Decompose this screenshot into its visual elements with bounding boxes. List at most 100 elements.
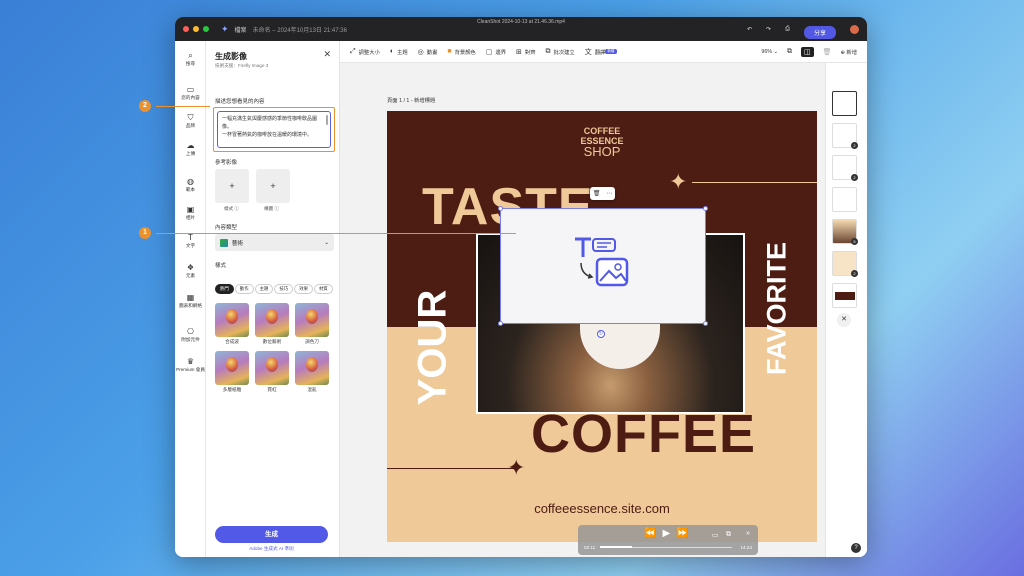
rail-item-4[interactable]: ◍ 範本 xyxy=(175,177,206,193)
count-badge: 2 xyxy=(851,270,858,277)
page-thumb-blank[interactable] xyxy=(832,91,857,116)
layers-icon[interactable]: ◫ xyxy=(800,46,814,57)
prompt-text: 一幅充滿生氣與慶感感的季節性咖啡飲品圖像。 一杯冒著熱氣的咖啡放在溫暖的環境中。 xyxy=(222,116,318,138)
art-swatch-icon xyxy=(220,238,228,247)
toolbar-label: 對齊 xyxy=(524,49,536,56)
rail-item-6[interactable]: T 文字 xyxy=(175,233,206,249)
page-thumb[interactable]: 5 xyxy=(832,219,858,245)
ai-guidelines-link[interactable]: Adobe 生成式 AI 準則 xyxy=(215,546,328,552)
prompt-scrollbar[interactable] xyxy=(326,115,328,125)
content-type-select[interactable]: 藝術 ⌄ xyxy=(215,234,334,251)
play-icon[interactable]: ▶ xyxy=(662,528,670,539)
generated-image-placeholder[interactable] xyxy=(498,206,708,326)
resize-handle[interactable] xyxy=(498,206,503,211)
ref-style-caption: 樣式 ⓘ xyxy=(224,206,240,211)
toolbar-translate-button[interactable]: 文翻譯 xyxy=(585,47,606,57)
style-thumbnail[interactable] xyxy=(255,351,289,385)
pip-icon[interactable]: ⧉ xyxy=(726,531,731,539)
addons-icon: ⎔ xyxy=(187,327,194,336)
rail-item-0[interactable]: ⌕ 搜尋 xyxy=(175,51,206,67)
style-thumbnail[interactable] xyxy=(215,351,249,385)
style-chip[interactable]: 材質 xyxy=(313,284,333,294)
toolbar-align-button[interactable]: ⊞ 對齊 xyxy=(516,48,535,56)
toolbar-resize-button[interactable]: ⤢ 調整大小 xyxy=(350,48,380,56)
toolbar-batch-button[interactable]: ⧉ 批次建立 xyxy=(546,48,575,56)
style-thumbnail[interactable] xyxy=(255,303,289,337)
style-thumbnail[interactable] xyxy=(295,351,329,385)
toolbar-border-button[interactable]: ▢ 邊界 xyxy=(486,48,506,56)
style-chip[interactable]: 技巧 xyxy=(274,284,294,294)
ref-style-add-button[interactable]: + xyxy=(215,169,249,203)
headline-coffee[interactable]: COFFEE xyxy=(531,403,756,465)
generate-button[interactable]: 生成 xyxy=(215,526,328,543)
rail-item-9[interactable]: ⎔ 附加元件 xyxy=(175,327,206,343)
style-chip[interactable]: 主題 xyxy=(254,284,274,294)
rail-item-label: 文字 xyxy=(185,243,196,248)
toolbar-label: 主題 xyxy=(397,49,408,56)
logo-line-3: SHOP xyxy=(583,144,621,159)
style-thumbnail-label: 調色刀 xyxy=(305,339,319,344)
website-url[interactable]: coffeeessence.site.com xyxy=(387,501,817,516)
copy-icon[interactable]: ⧉ xyxy=(787,48,792,56)
rail-item-8[interactable]: ▦ 圖表和網格 xyxy=(175,293,206,309)
more-icon[interactable]: ⋯ xyxy=(606,190,612,197)
style-chip[interactable]: 效果 xyxy=(294,284,313,294)
delete-icon[interactable]: 🗑 xyxy=(823,48,832,56)
delete-icon[interactable]: 🗑 xyxy=(593,190,601,197)
info-icon[interactable]: ⓘ xyxy=(274,206,279,211)
bg-color-icon: ■ xyxy=(447,48,452,55)
page-thumb-color[interactable] xyxy=(832,283,857,308)
toolbar-animate-button[interactable]: ◎ 動畫 xyxy=(418,48,438,56)
style-chip[interactable]: 熱門 xyxy=(215,284,234,294)
page-thumb[interactable]: 2 xyxy=(832,155,858,181)
toolbar-label: 邊界 xyxy=(495,49,507,56)
airplay-icon[interactable]: ▭ xyxy=(712,531,719,539)
share-button[interactable]: 分享 xyxy=(803,25,836,39)
prompt-textarea[interactable]: 一幅充滿生氣與慶感感的季節性咖啡飲品圖像。 一杯冒著熱氣的咖啡放在溫暖的環境中。 xyxy=(217,111,331,148)
content-type-label: 內容類型 xyxy=(215,225,238,231)
fast-forward-icon[interactable]: ⏩ xyxy=(676,528,688,539)
panel-title: 生成影像 xyxy=(215,52,247,61)
rail-item-2[interactable]: ⛉ 品牌 xyxy=(175,113,206,129)
recording-title: CleanShot 2024-10-13 at 21.46.36.mp4 xyxy=(477,19,565,25)
page-thumb[interactable]: 2 xyxy=(832,123,858,149)
rail-item-3[interactable]: ☁ 上傳 xyxy=(175,141,206,157)
close-icon[interactable]: ✕ xyxy=(837,313,851,327)
page-thumb[interactable] xyxy=(832,187,857,212)
callout-2: 2 xyxy=(139,100,151,112)
help-icon[interactable]: ? xyxy=(851,543,861,553)
style-label: 樣式 xyxy=(215,263,227,269)
rewind-icon[interactable]: ⏪ xyxy=(644,528,656,539)
rail-item-1[interactable]: ▭ 您的內容 xyxy=(175,85,206,101)
close-icon[interactable]: ✕ xyxy=(323,49,331,60)
generate-image-panel: 生成影像 技術支援：Firefly Image 3 ✕ 描述您想看見的內容 一幅… xyxy=(206,41,340,557)
coffee-essence-logo[interactable]: COFFEE ESSENCE SHOP xyxy=(580,126,624,159)
rail-item-10[interactable]: ♛ Premium 會員 xyxy=(175,357,206,373)
resize-handle[interactable] xyxy=(703,206,708,211)
logo-line-1: COFFEE xyxy=(583,126,621,136)
folder-icon: ▭ xyxy=(186,85,195,94)
headline-your[interactable]: YOUR xyxy=(411,278,456,418)
search-icon: ⌕ xyxy=(188,51,193,60)
style-thumbnail[interactable] xyxy=(215,303,249,337)
premium-icon: ♛ xyxy=(186,357,195,366)
expand-icon[interactable]: » xyxy=(746,530,750,537)
add-page-button[interactable]: ⊕ 新增 xyxy=(840,48,857,56)
rail-item-7[interactable]: ❖ 元素 xyxy=(175,263,206,279)
toolbar-bg-color-button[interactable]: ■ 背景顏色 xyxy=(447,48,475,56)
toolbar-theme-button[interactable]: ◐ 主題 xyxy=(390,48,408,56)
style-thumbnail-label: 霓虹 xyxy=(267,387,277,392)
resize-handle[interactable] xyxy=(703,321,708,326)
rotate-handle-icon[interactable]: ↻ xyxy=(597,330,605,338)
style-thumbnail[interactable] xyxy=(295,303,329,337)
info-icon[interactable]: ⓘ xyxy=(234,206,239,211)
zoom-level[interactable]: 96% ⌄ xyxy=(761,49,778,55)
ref-composition-add-button[interactable]: + xyxy=(256,169,290,203)
style-chip[interactable]: 動作 xyxy=(234,284,254,294)
poster-design[interactable]: ✦ ✦ COFFEE ESSENCE SHOP TASTE YOUR FAVOR… xyxy=(387,111,817,542)
headline-favorite[interactable]: FAVORITE xyxy=(762,229,793,389)
rail-item-5[interactable]: ▣ 相片 xyxy=(175,205,206,221)
page-thumb[interactable]: 2 xyxy=(832,251,858,277)
resize-handle[interactable] xyxy=(498,321,503,326)
resize-icon: ⤢ xyxy=(350,47,356,55)
